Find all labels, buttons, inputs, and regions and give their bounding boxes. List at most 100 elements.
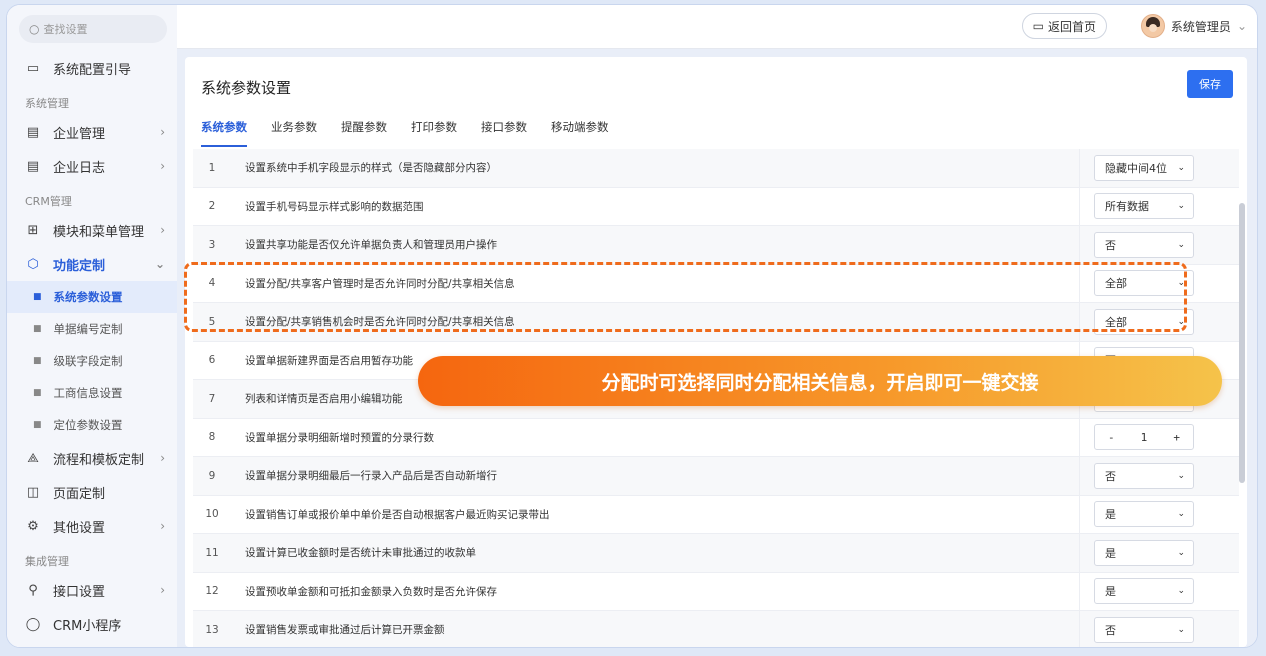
row-description: 设置共享功能是否仅允许单据负责人和管理员用户操作 bbox=[245, 239, 497, 252]
setting-select[interactable]: 否⌄ bbox=[1094, 616, 1194, 643]
sidebar-subitem[interactable]: ■ 单据编号定制 bbox=[7, 313, 177, 345]
home-button-label: 返回首页 bbox=[1047, 19, 1096, 34]
sidebar-subitem[interactable]: ■ 定位参数设置 bbox=[7, 409, 177, 441]
select-value: 否 bbox=[1105, 238, 1116, 252]
bullet-icon: ■ bbox=[33, 324, 42, 334]
sidebar-subitem[interactable]: ■ 工商信息设置 bbox=[7, 377, 177, 409]
sidebar-item[interactable]: ▭ 系统配置引导 bbox=[7, 51, 177, 85]
row-number: 13 bbox=[205, 623, 219, 636]
sidebar-item-label: 模块和菜单管理 bbox=[53, 224, 145, 240]
row-number: 9 bbox=[208, 469, 216, 482]
table-row: 9 设置单据分录明细最后一行录入产品后是否自动新增行否 ⌄ bbox=[193, 457, 1239, 496]
sidebar-subitem-label: 单据编号定制 bbox=[53, 322, 123, 336]
sidebar-item-label: 企业日志 bbox=[53, 160, 106, 176]
row-control-cell: 隐藏中间4位 ⌄ bbox=[1079, 149, 1239, 187]
layout-icon: ◫ bbox=[26, 484, 40, 500]
chevron-down-icon: ⌄ bbox=[1177, 586, 1185, 597]
setting-select[interactable]: 否⌄ bbox=[1094, 462, 1194, 489]
search-input[interactable]: ○ 查找设置 bbox=[19, 15, 167, 43]
home-button[interactable]: ▭ 返回首页 bbox=[1021, 13, 1107, 39]
sidebar-item[interactable]: ▤ 企业管理 › bbox=[7, 115, 177, 149]
chevron-down-icon: ⌄ bbox=[1177, 162, 1185, 173]
chevron-right-icon: › bbox=[160, 223, 165, 237]
highlight-box bbox=[184, 262, 1187, 332]
tab[interactable]: 接口参数 bbox=[481, 119, 527, 147]
setting-select[interactable]: 隐藏中间4位 ⌄ bbox=[1094, 154, 1194, 181]
nav-group-label: CRM管理 bbox=[25, 195, 72, 208]
row-control-cell: 否⌄ bbox=[1079, 457, 1239, 495]
grid-icon: ⊞ bbox=[27, 222, 39, 238]
hexagon-icon: ⬡ bbox=[27, 256, 39, 272]
avatar bbox=[1140, 14, 1165, 38]
sidebar-item-label: CRM小程序 bbox=[53, 618, 122, 634]
document-icon: ▤ bbox=[26, 158, 40, 174]
sidebar-item-label: 系统配置引导 bbox=[53, 62, 132, 78]
chevron-down-icon: ⌄ bbox=[1177, 201, 1185, 212]
chevron-right-icon: › bbox=[160, 451, 165, 465]
chevron-down-icon: ⌄ bbox=[1177, 470, 1185, 481]
tab[interactable]: 打印参数 bbox=[411, 119, 457, 147]
sidebar-subitem[interactable]: ■ 级联字段定制 bbox=[7, 345, 177, 377]
row-description: 设置单据分录明细新增时预置的分录行数 bbox=[245, 431, 434, 444]
table-row: 2 设置手机号码显示样式影响的数据范围 所有数据 ⌄ bbox=[193, 187, 1239, 226]
row-number: 10 bbox=[205, 508, 219, 521]
flow-icon: ⟁ bbox=[27, 450, 39, 466]
row-description: 设置销售订单或报价单中单价是否自动根据客户最近购买记录带出 bbox=[245, 508, 550, 521]
sidebar-item-label: 页面定制 bbox=[53, 486, 106, 502]
sidebar-item[interactable]: ⟁ 流程和模板定制 › bbox=[7, 441, 177, 475]
chevron-down-icon: ⌄ bbox=[154, 257, 165, 271]
sidebar-item[interactable]: ▤ 企业日志 › bbox=[7, 149, 177, 183]
tab[interactable]: 业务参数 bbox=[271, 119, 317, 147]
table-row: 8 设置单据分录明细新增时预置的分录行数 - 1 + bbox=[193, 418, 1239, 457]
tab[interactable]: 系统参数 bbox=[201, 119, 247, 147]
miniapp-icon: ◯ bbox=[25, 616, 41, 632]
select-value: 隐藏中间4位 bbox=[1105, 161, 1167, 175]
building-icon: ▤ bbox=[26, 124, 40, 140]
sidebar-item[interactable]: ⊞ 模块和菜单管理 › bbox=[7, 213, 177, 247]
save-button[interactable]: 保存 bbox=[1187, 70, 1233, 98]
top-bar: ▭ 返回首页 系统管理员 ⌄ bbox=[177, 5, 1257, 49]
sidebar-item[interactable]: ◯ CRM小程序 bbox=[7, 607, 177, 641]
page-title: 系统参数设置 bbox=[201, 79, 292, 97]
sidebar-item[interactable]: ⚙ 其他设置 › bbox=[7, 509, 177, 543]
select-value: 否 bbox=[1105, 469, 1116, 483]
user-menu[interactable]: 系统管理员 ⌄ bbox=[1140, 13, 1247, 39]
setting-select[interactable]: 是⌄ bbox=[1094, 539, 1194, 566]
sidebar-item[interactable]: ⬡ 功能定制 ⌄ bbox=[7, 247, 177, 281]
user-name: 系统管理员 bbox=[1170, 19, 1231, 34]
nav-group-label: 集成管理 bbox=[25, 555, 69, 568]
select-value: 是 bbox=[1105, 508, 1116, 522]
select-value: 是 bbox=[1105, 546, 1116, 560]
sidebar-subitem-label: 系统参数设置 bbox=[53, 290, 123, 304]
row-number: 8 bbox=[208, 431, 216, 444]
setting-select[interactable]: 所有数据 ⌄ bbox=[1094, 193, 1194, 220]
tab[interactable]: 移动端参数 bbox=[551, 119, 609, 147]
sidebar-item-label: 接口设置 bbox=[53, 584, 106, 600]
chevron-right-icon: › bbox=[160, 583, 165, 597]
chevron-right-icon: › bbox=[160, 125, 165, 139]
bullet-icon: ■ bbox=[33, 356, 42, 366]
row-number: 2 bbox=[208, 200, 216, 213]
sidebar-item[interactable]: ⚲ 接口设置 › bbox=[7, 573, 177, 607]
chevron-down-icon: ⌄ bbox=[1177, 624, 1185, 635]
sidebar-item-label: 企业管理 bbox=[53, 126, 106, 142]
settings-panel: 系统参数设置 保存 系统参数 业务参数 提醒参数 打印参数 接口参数 移动端参数 1 设置系… bbox=[185, 57, 1247, 647]
plus-button[interactable]: + bbox=[1173, 431, 1180, 444]
minus-button[interactable]: - bbox=[1108, 431, 1115, 444]
chevron-right-icon: › bbox=[160, 159, 165, 173]
setting-select[interactable]: 是⌄ bbox=[1094, 578, 1194, 605]
quantity-stepper[interactable]: - 1 + bbox=[1094, 424, 1194, 451]
promo-banner: 分配时可选择同时分配相关信息，开启即可一键交接 bbox=[418, 356, 1222, 406]
sidebar-subitem[interactable]: ■ 系统参数设置 bbox=[7, 281, 177, 313]
row-description: 设置预收单金额和可抵扣金额录入负数时是否允许保存 bbox=[245, 585, 497, 598]
tab[interactable]: 提醒参数 bbox=[341, 119, 387, 147]
setting-select[interactable]: 否⌄ bbox=[1094, 231, 1194, 258]
sidebar-item[interactable]: ◫ 页面定制 bbox=[7, 475, 177, 509]
chevron-down-icon: ⌄ bbox=[1177, 239, 1185, 250]
setting-select[interactable]: 是⌄ bbox=[1094, 501, 1194, 528]
bullet-icon: ■ bbox=[33, 388, 42, 398]
table-row: 12 设置预收单金额和可抵扣金额录入负数时是否允许保存是 ⌄ bbox=[193, 572, 1239, 611]
plug-icon: ⚲ bbox=[28, 582, 38, 598]
scrollbar[interactable] bbox=[1239, 203, 1245, 483]
chevron-down-icon: ⌄ bbox=[1177, 547, 1185, 558]
